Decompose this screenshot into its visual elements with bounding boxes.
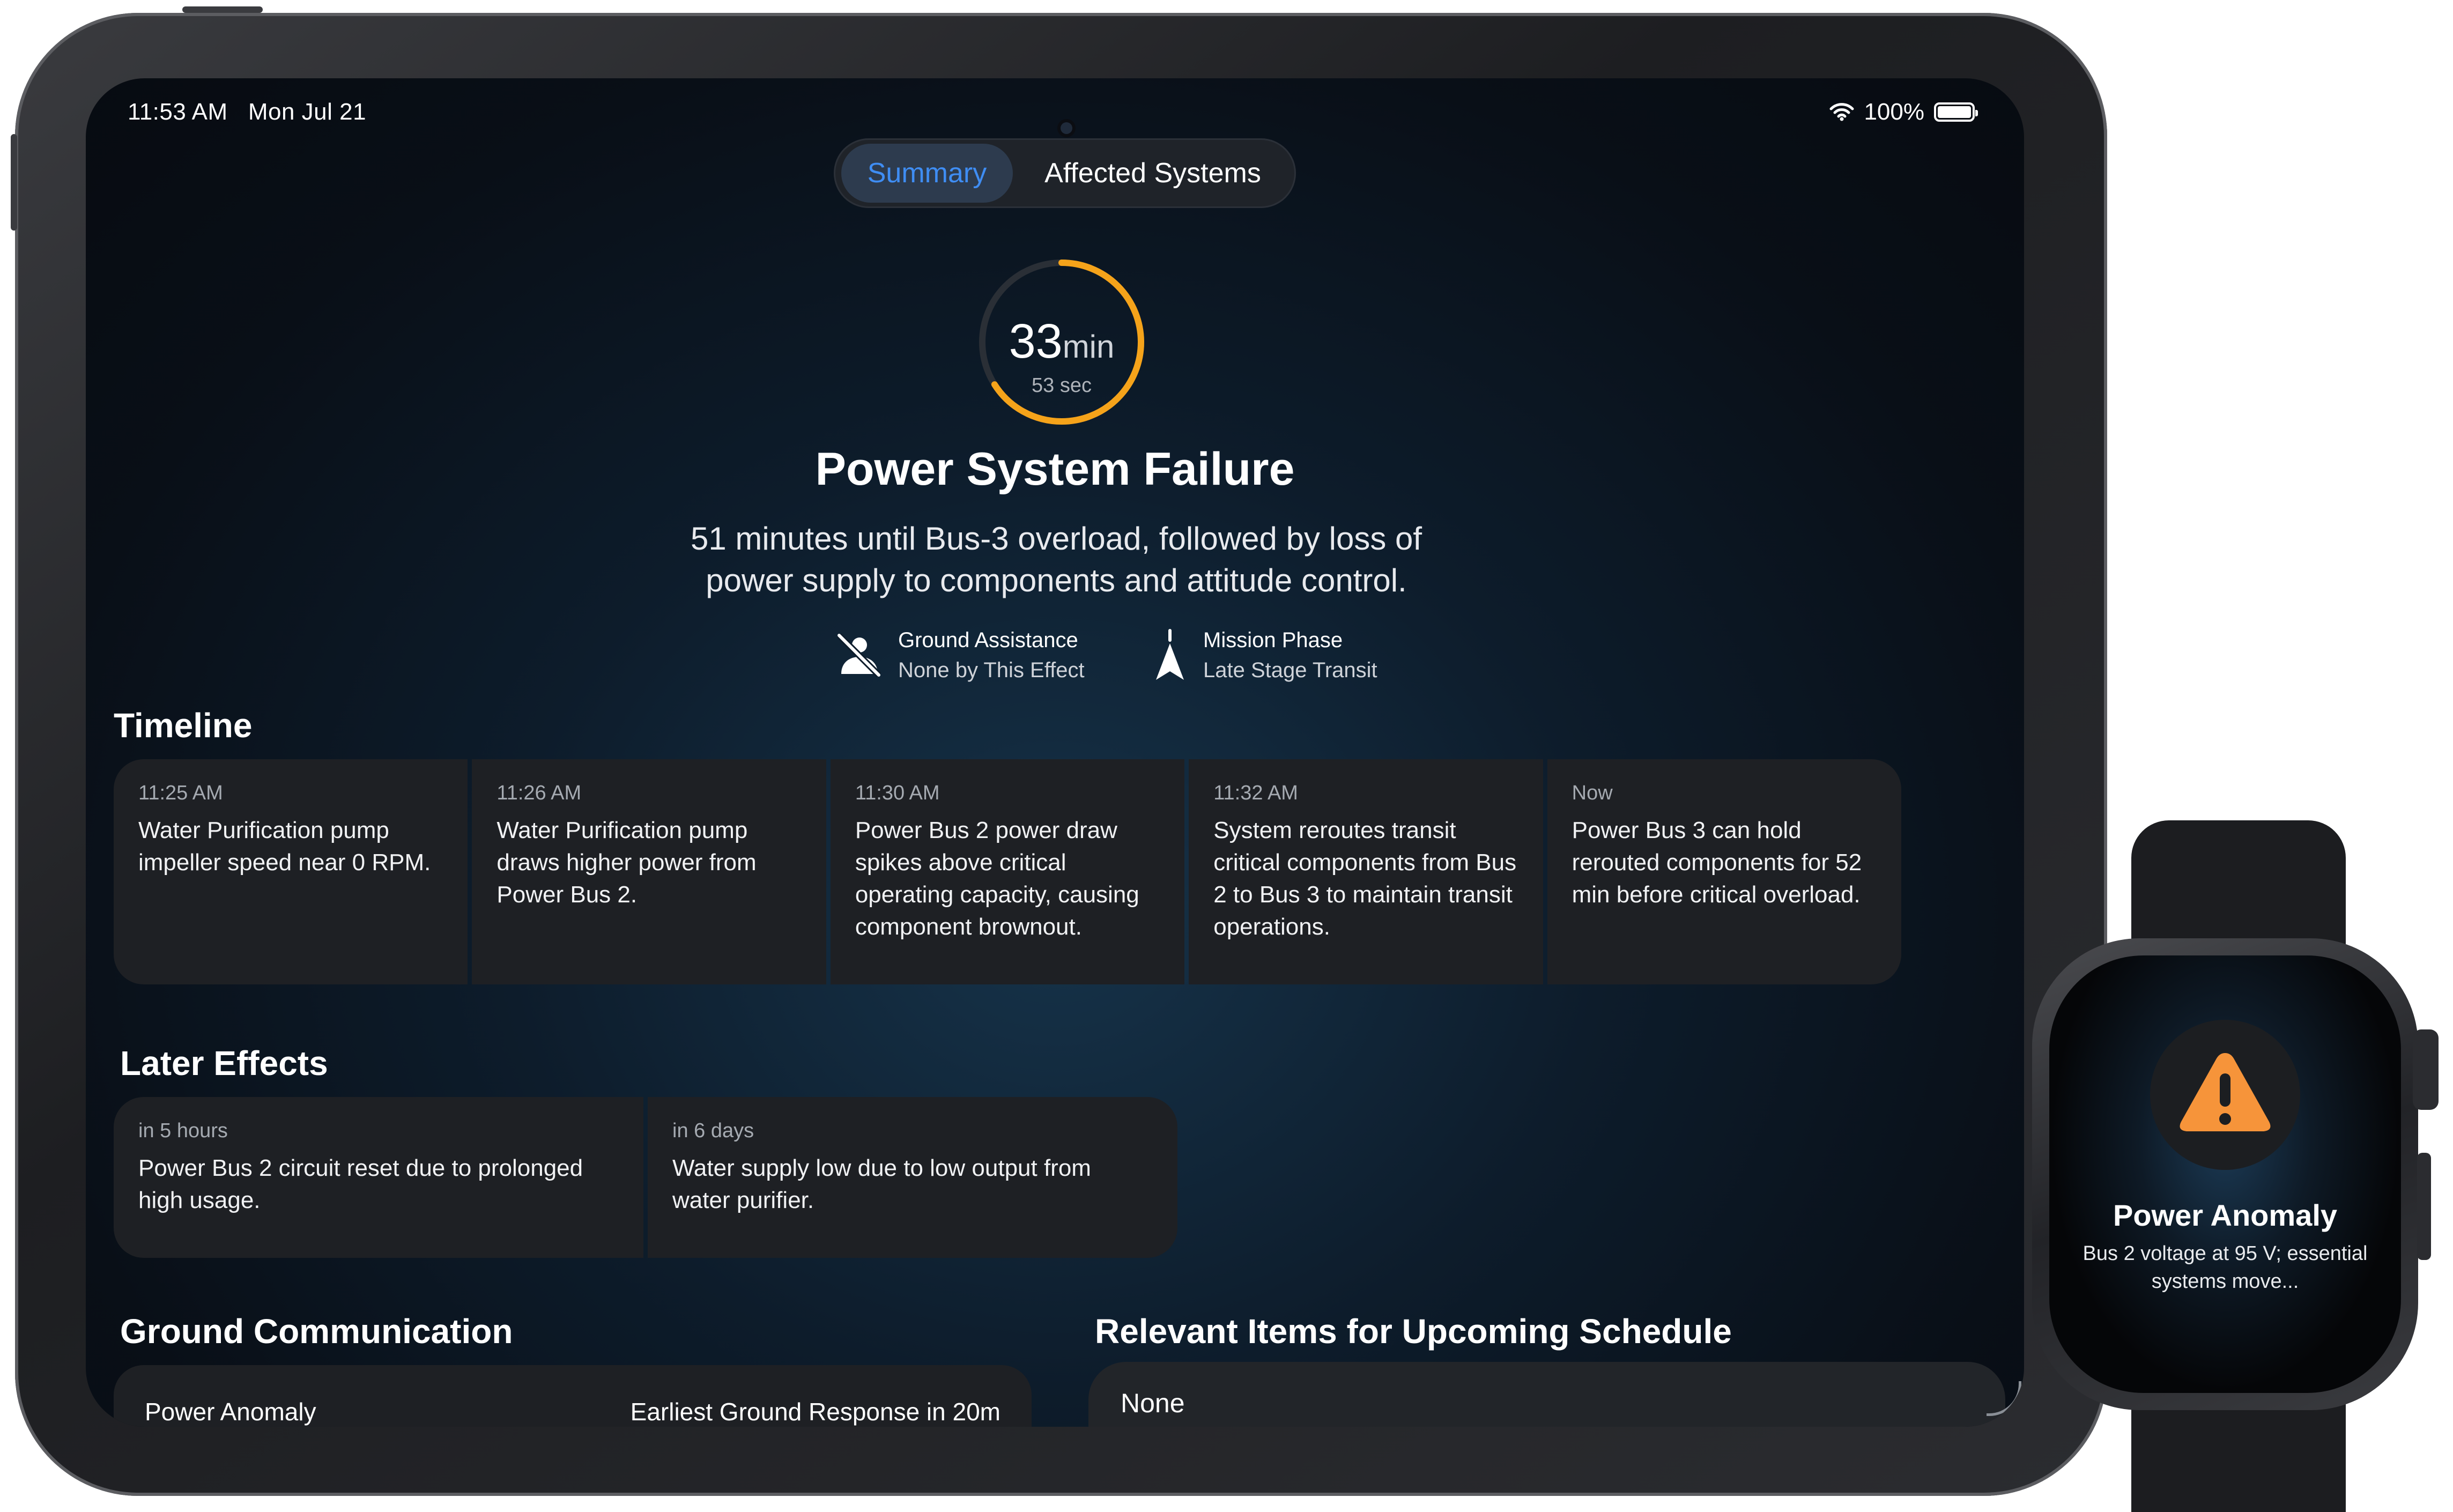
timeline-time: Now (1572, 782, 1613, 804)
watch-alert-title: Power Anomaly (2113, 1198, 2338, 1232)
countdown-unit: min (1062, 329, 1115, 365)
timeline-text: Water Purification pump impeller speed n… (138, 817, 431, 876)
watch-screen: Power Anomaly Bus 2 voltage at 95 V; ess… (2049, 955, 2401, 1393)
schedule-value: None (1121, 1388, 1185, 1418)
tab-summary[interactable]: Summary (841, 144, 1013, 203)
front-camera (1061, 122, 1072, 134)
timeline-time: 11:25 AM (138, 782, 223, 804)
later-effect-time: in 6 days (672, 1120, 754, 1142)
later-effect-text: Water supply low due to low output from … (672, 1155, 1091, 1213)
later-effect-item[interactable]: in 5 hours Power Bus 2 circuit reset due… (114, 1097, 643, 1258)
status-time: 11:53 AM (128, 99, 228, 125)
digital-crown[interactable] (2413, 1029, 2439, 1110)
timeline-item[interactable]: 11:26 AM Water Purification pump draws h… (472, 759, 826, 984)
wifi-icon (1829, 103, 1854, 121)
person-slash-icon (836, 633, 881, 678)
later-effect-text: Power Bus 2 circuit reset due to prolong… (138, 1155, 583, 1213)
status-date: Mon Jul 21 (248, 99, 367, 125)
navigation-arrow-icon (1156, 629, 1184, 680)
ground-communication-heading: Ground Communication (120, 1312, 513, 1351)
timeline-heading: Timeline (114, 706, 253, 745)
timeline-time: 11:30 AM (855, 782, 940, 804)
tab-affected-systems[interactable]: Affected Systems (1021, 144, 1284, 203)
timeline-text: Power Bus 2 power draw spikes above crit… (855, 817, 1139, 940)
mission-phase-value: Late Stage Transit (1203, 658, 1377, 682)
mission-phase-info: Mission Phase Late Stage Transit (1153, 625, 1377, 685)
countdown-value: 33 (1009, 315, 1063, 368)
schedule-row[interactable]: None (1088, 1362, 2005, 1427)
warning-triangle-icon (2180, 1053, 2271, 1131)
ground-communication-item: Power Anomaly (145, 1398, 316, 1426)
ground-assistance-info: Ground Assistance None by This Effect (834, 625, 1085, 685)
countdown-seconds: 53 sec (1032, 374, 1092, 397)
timeline-time: 11:26 AM (496, 782, 582, 804)
timeline-item[interactable]: 11:30 AM Power Bus 2 power draw spikes a… (830, 759, 1185, 984)
view-segmented-control: Summary Affected Systems (834, 138, 1296, 208)
timeline-text: System reroutes transit critical compone… (1213, 817, 1517, 940)
later-effect-time: in 5 hours (138, 1120, 228, 1142)
watch-side-button[interactable] (2417, 1153, 2431, 1260)
timeline-item[interactable]: 11:25 AM Water Purification pump impelle… (114, 759, 468, 984)
ipad-screen: 11:53 AM Mon Jul 21 100% Summary Affecte… (86, 78, 2024, 1427)
ground-assistance-value: None by This Effect (898, 658, 1085, 682)
timeline-text: Power Bus 3 can hold rerouted components… (1572, 817, 1862, 908)
timeline-item[interactable]: Now Power Bus 3 can hold rerouted compon… (1547, 759, 1902, 984)
alert-icon-background (2150, 1020, 2300, 1170)
alert-description: 51 minutes until Bus-3 overload, followe… (690, 521, 1422, 598)
ipad-top-button (182, 6, 263, 13)
mission-phase-label: Mission Phase (1203, 628, 1343, 652)
status-bar-right: 100% (1829, 99, 1978, 125)
battery-icon (1934, 102, 1978, 122)
battery-percent: 100% (1864, 99, 1924, 125)
later-effect-item[interactable]: in 6 days Water supply low due to low ou… (648, 1097, 1177, 1258)
schedule-heading: Relevant Items for Upcoming Schedule (1095, 1312, 1732, 1351)
timeline-text: Water Purification pump draws higher pow… (496, 817, 757, 908)
timeline-time: 11:32 AM (1213, 782, 1298, 804)
ground-response-time: Earliest Ground Response in 20m (630, 1398, 1001, 1426)
countdown-minutes: 33min (976, 314, 1147, 369)
ground-assistance-label: Ground Assistance (898, 628, 1078, 652)
alert-title: Power System Failure (815, 443, 1295, 495)
later-effects-list: in 5 hours Power Bus 2 circuit reset due… (114, 1097, 1177, 1258)
ipad-volume-button (11, 134, 17, 231)
ground-communication-row[interactable]: Power Anomaly Earliest Ground Response i… (114, 1365, 1032, 1427)
timeline-list: 11:25 AM Water Purification pump impelle… (114, 759, 1902, 984)
watch-alert-body: Bus 2 voltage at 95 V; essential systems… (2083, 1242, 2368, 1293)
later-effects-heading: Later Effects (120, 1044, 328, 1083)
status-bar-left: 11:53 AM Mon Jul 21 (128, 99, 366, 125)
timeline-item[interactable]: 11:32 AM System reroutes transit critica… (1189, 759, 1543, 984)
